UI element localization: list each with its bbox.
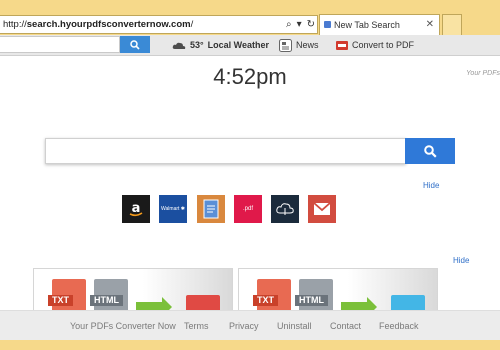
brand-tag: Your PDFs [466,70,500,77]
weather-cloud-icon [172,42,186,49]
tab-title: New Tab Search [334,20,400,30]
footer-link-terms[interactable]: Terms [184,311,209,341]
news-label: News [296,40,319,50]
clock: 4:52pm [213,64,287,89]
hide-cards-link[interactable]: Hide [453,256,469,265]
file-type-label: HTML [90,295,123,306]
footer-link-brand[interactable]: Your PDFs Converter Now [70,311,176,341]
pdf-tile-label: .pdf [242,206,253,212]
tab-favicon-icon [324,21,331,28]
search-button[interactable] [405,138,455,164]
docs-tile[interactable] [197,195,225,223]
amazon-tile[interactable]: a [122,195,150,223]
address-bar[interactable]: http://search.hyourpdfsconverternow.com/… [0,15,318,34]
toolbar-search-input[interactable] [0,36,120,53]
toolbar-search-button[interactable] [120,36,150,53]
file-type-label: TXT [48,295,73,306]
weather-temp: 53° [190,40,204,50]
window-bottom-border [0,340,500,350]
amazon-logo-icon: a [129,201,143,217]
cloud-tile[interactable] [271,195,299,223]
search-input[interactable] [45,138,406,164]
file-type-label: HTML [295,295,328,306]
address-host: search.hyourpdfsconverternow.com [26,19,191,30]
search-icon [130,39,140,50]
convert-to-pdf-button[interactable]: Convert to PDF [336,37,414,53]
convert-to-pdf-label: Convert to PDF [352,40,415,50]
document-icon [203,199,219,219]
close-icon[interactable]: ✕ [426,15,434,35]
footer-link-contact[interactable]: Contact [330,311,361,341]
mail-tile[interactable] [308,195,336,223]
footer-link-uninstall[interactable]: Uninstall [277,311,312,341]
refresh-icon[interactable]: ↻ [307,16,315,33]
footer-link-privacy[interactable]: Privacy [229,311,259,341]
address-bar-icons: ⌕ ▾ ↻ [286,16,315,33]
extension-toolbar: 53° Local Weather News Convert to PDF [0,35,500,56]
footer-link-feedback[interactable]: Feedback [379,311,419,341]
search-icon[interactable]: ⌕ [286,16,292,33]
tab-new-tab-search[interactable]: New Tab Search ✕ [319,14,440,35]
address-prefix: http:// [3,19,27,30]
dropdown-icon[interactable]: ▾ [297,16,302,33]
weather-label: Local Weather [207,40,269,50]
pdf-tile[interactable]: .pdf [234,195,262,223]
mail-icon [313,202,331,215]
weather-button[interactable]: 53° Local Weather [172,37,269,53]
news-button[interactable]: News [279,37,319,53]
pdf-icon [336,40,348,50]
walmart-logo-text: Walmart ✱ [160,206,185,212]
search-icon [423,144,437,158]
footer: Your PDFs Converter Now Terms Privacy Un… [0,310,500,340]
address-suffix: / [190,19,194,30]
walmart-tile[interactable]: Walmart ✱ [159,195,187,223]
new-tab-button[interactable] [442,14,462,35]
cloud-icon [276,203,294,215]
file-type-label: TXT [253,295,278,306]
news-icon [279,38,292,52]
hide-quicklinks-link[interactable]: Hide [423,181,439,190]
